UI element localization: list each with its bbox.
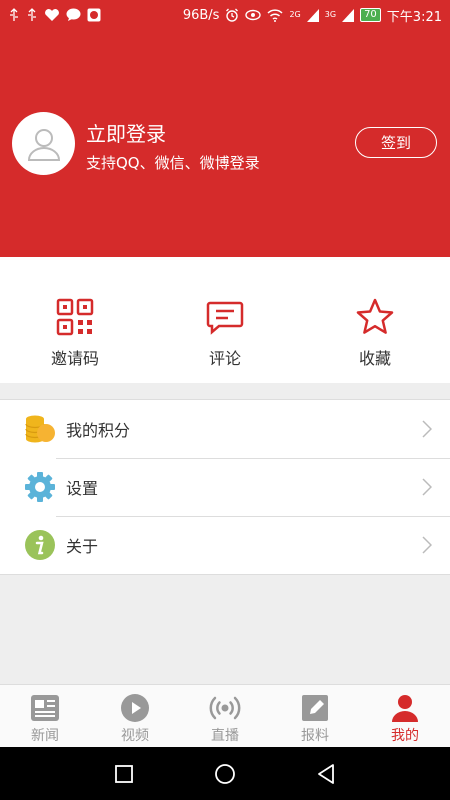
menu-divider: [0, 574, 450, 575]
chevron-right-icon: [422, 420, 432, 438]
broadcast-icon: [209, 696, 241, 720]
star-icon: [356, 298, 394, 334]
tab-report-label: 报料: [301, 728, 329, 744]
chevron-right-icon: [422, 478, 432, 496]
chevron-right-icon: [422, 536, 432, 554]
menu-item-points-label: 我的积分: [66, 421, 131, 440]
comments-button[interactable]: 评论: [150, 257, 300, 383]
news-icon: [31, 695, 59, 721]
favorites-button[interactable]: 收藏: [300, 257, 450, 383]
wifi-icon: [267, 8, 283, 22]
tab-news-label: 新闻: [31, 728, 59, 744]
edit-icon: [302, 695, 328, 721]
tab-news[interactable]: 新闻: [0, 685, 90, 747]
app-badge-icon: [87, 8, 101, 22]
gear-icon: [24, 471, 56, 503]
tab-video-label: 视频: [121, 728, 149, 744]
home-button[interactable]: [214, 763, 236, 785]
system-status: 96B/s 2G 3G 70 下午3:21: [183, 6, 442, 25]
qr-code-icon: [56, 298, 94, 336]
person-icon: [392, 695, 418, 722]
signal-icon: [342, 8, 355, 22]
network-speed: 96B/s: [182, 7, 220, 23]
tab-live[interactable]: 直播: [180, 685, 270, 747]
settings-menu: 我的积分 设置 关于: [0, 399, 450, 575]
menu-item-points[interactable]: 我的积分: [0, 400, 450, 458]
eye-icon: [245, 9, 262, 21]
network-2g: 2G: [289, 10, 301, 19]
comments-label: 评论: [208, 349, 241, 368]
back-button[interactable]: [316, 763, 336, 785]
tab-mine[interactable]: 我的: [360, 685, 450, 747]
usb-icon: [28, 8, 36, 21]
network-3g: 3G: [324, 10, 337, 19]
tab-live-label: 直播: [211, 728, 239, 744]
signal-icon: [306, 8, 319, 22]
menu-item-settings[interactable]: 设置: [0, 458, 450, 516]
battery-icon: 70: [360, 8, 381, 22]
system-nav-bar: [0, 747, 450, 800]
alarm-icon: [226, 8, 239, 22]
login-subtitle: 支持QQ、微信、微博登录: [86, 154, 260, 172]
comment-icon: [206, 301, 244, 335]
clock: 下午3:21: [386, 9, 442, 25]
notification-icons: [8, 8, 101, 22]
tab-mine-label: 我的: [391, 728, 419, 744]
status-bar: 96B/s 2G 3G 70 下午3:21: [0, 0, 450, 30]
login-title[interactable]: 立即登录: [86, 118, 166, 147]
recents-button[interactable]: [114, 764, 134, 784]
invite-code-label: 邀请码: [50, 349, 99, 368]
chat-bubble-icon: [66, 8, 81, 21]
invite-code-button[interactable]: 邀请码: [0, 257, 150, 383]
quick-actions: 邀请码 评论 收藏: [0, 257, 450, 383]
favorites-label: 收藏: [358, 349, 391, 368]
profile-header: 立即登录 支持QQ、微信、微博登录 签到: [0, 30, 450, 257]
play-icon: [121, 694, 149, 722]
avatar[interactable]: [12, 112, 75, 175]
coins-icon: [24, 413, 56, 445]
default-avatar-icon: [27, 128, 60, 161]
usb-icon: [10, 8, 18, 21]
menu-item-settings-label: 设置: [66, 479, 99, 498]
tab-video[interactable]: 视频: [90, 685, 180, 747]
menu-item-about-label: 关于: [66, 537, 99, 556]
heart-rate-icon: [45, 9, 59, 21]
signin-button[interactable]: 签到: [355, 127, 437, 158]
bottom-nav: 新闻 视频 直播 报料 我的: [0, 684, 450, 747]
tab-report[interactable]: 报料: [270, 685, 360, 747]
menu-item-about[interactable]: 关于: [0, 516, 450, 574]
info-icon: [24, 529, 56, 561]
